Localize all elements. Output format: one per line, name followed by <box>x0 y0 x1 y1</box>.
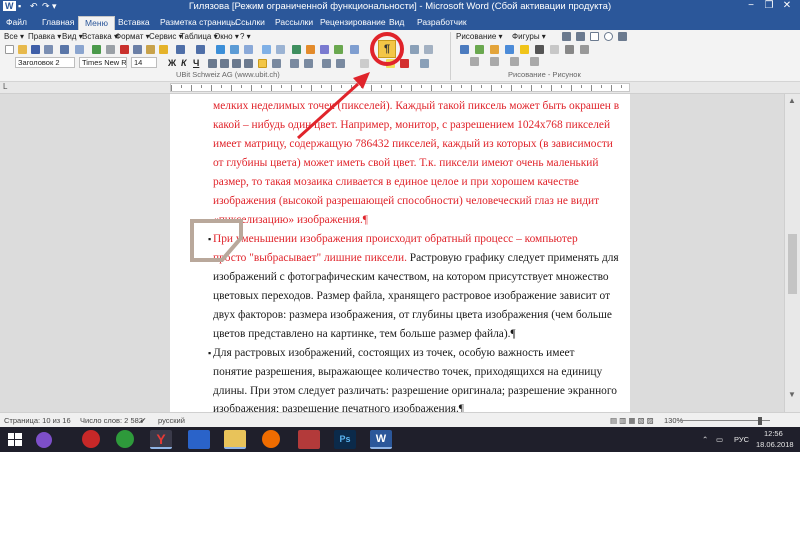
store-app-icon[interactable] <box>188 430 210 449</box>
power-app-icon[interactable] <box>82 430 100 448</box>
green-app-icon[interactable] <box>116 430 134 448</box>
tray-arrow-icon[interactable]: ⌃ <box>702 435 708 444</box>
word-window: W ▪ ↶ ↷ ▾ Гилязова [Режим ограниченной ф… <box>0 0 800 452</box>
yandex-browser-icon[interactable]: Y <box>150 430 172 449</box>
tray-network-icon[interactable]: ▭ <box>716 435 723 444</box>
tray-language[interactable]: РУС <box>734 435 749 444</box>
proofing-icon[interactable]: ✔ <box>140 416 146 425</box>
annotation-arrow <box>296 82 360 140</box>
view-buttons[interactable]: ▤ ▥ ▦ ▧ ▨ <box>610 416 654 425</box>
annotation-overlay <box>190 32 404 262</box>
tray-time[interactable]: 12:56 <box>764 429 783 438</box>
highlight-circle <box>370 32 404 66</box>
start-button[interactable] <box>6 430 28 449</box>
photoshop-icon[interactable]: Ps <box>334 430 356 449</box>
file-explorer-icon[interactable] <box>224 430 246 449</box>
language-status[interactable]: русский <box>158 416 185 425</box>
callout-shape <box>190 219 243 262</box>
zoom-slider-track[interactable] <box>680 420 770 421</box>
media-app-icon[interactable] <box>298 430 320 449</box>
windows-logo-icon <box>8 433 22 446</box>
cortana-mic-icon[interactable] <box>36 432 52 448</box>
tray-date[interactable]: 18.06.2018 <box>756 440 794 449</box>
zoom-slider-thumb[interactable] <box>758 417 762 425</box>
word-taskbar-icon[interactable]: W <box>370 430 392 449</box>
status-bar: Страница: 10 из 16 Число слов: 2 582 ✔ р… <box>0 412 800 427</box>
firefox-icon[interactable] <box>262 430 280 448</box>
page-count[interactable]: Страница: 10 из 16 <box>4 416 71 425</box>
windows-taskbar: Y Ps W ⌃ ▭ РУС 12:56 18.06.2018 <box>0 427 800 452</box>
word-count[interactable]: Число слов: 2 582 <box>80 416 143 425</box>
